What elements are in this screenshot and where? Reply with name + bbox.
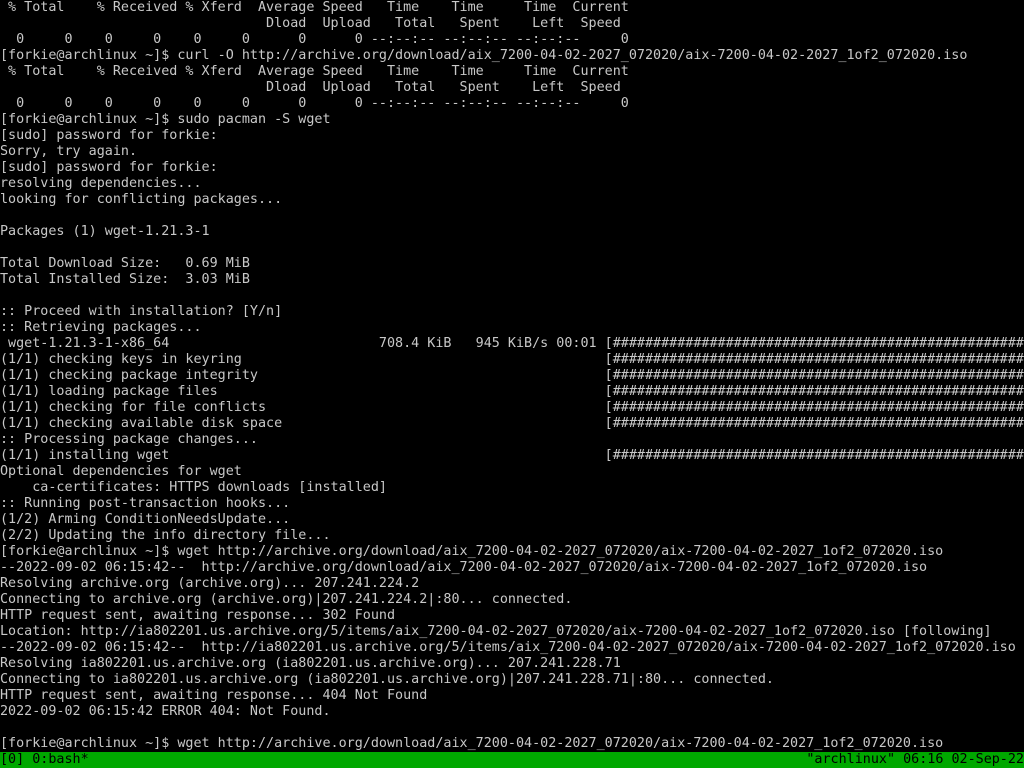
terminal-line: 2022-09-02 06:15:42 ERROR 404: Not Found… xyxy=(0,704,331,719)
terminal-line: Sorry, try again. xyxy=(0,144,138,159)
terminal-line: ca-certificates: HTTPS downloads [instal… xyxy=(0,480,387,495)
terminal-line: --2022-09-02 06:15:42-- http://archive.o… xyxy=(0,560,928,575)
terminal-line: (1/1) checking available disk space [###… xyxy=(0,416,1024,431)
terminal-line: wget-1.21.3-1-x86_64 708.4 KiB 945 KiB/s… xyxy=(0,336,1024,351)
terminal-line: [sudo] password for forkie: xyxy=(0,128,218,143)
terminal-line: (1/1) checking for file conflicts [#####… xyxy=(0,400,1024,415)
terminal-line: Connecting to archive.org (archive.org)|… xyxy=(0,592,573,607)
terminal-line: (1/1) checking keys in keyring [########… xyxy=(0,352,1024,367)
terminal-line: Resolving archive.org (archive.org)... 2… xyxy=(0,576,420,591)
terminal-line: [forkie@archlinux ~]$ curl -O http://arc… xyxy=(0,48,968,63)
terminal-line: (1/1) checking package integrity [######… xyxy=(0,368,1024,383)
terminal-line: [forkie@archlinux ~]$ wget http://archiv… xyxy=(0,736,944,751)
terminal-line: [forkie@archlinux ~]$ wget http://archiv… xyxy=(0,544,944,559)
status-window-list[interactable]: [0] 0:bash* xyxy=(0,752,89,768)
terminal-output[interactable]: % Total % Received % Xferd Average Speed… xyxy=(0,0,1024,752)
terminal-line: --2022-09-02 06:15:42-- http://ia802201.… xyxy=(0,640,1016,655)
terminal-line: [sudo] password for forkie: xyxy=(0,160,218,175)
terminal-line: Resolving ia802201.us.archive.org (ia802… xyxy=(0,656,621,671)
terminal-line: (1/2) Arming ConditionNeedsUpdate... xyxy=(0,512,291,527)
status-host-clock: "archlinux" 06:16 02-Sep-22 xyxy=(806,752,1024,767)
terminal-line: :: Proceed with installation? [Y/n] xyxy=(0,304,283,319)
terminal-line: :: Running post-transaction hooks... xyxy=(0,496,291,511)
terminal-line: Packages (1) wget-1.21.3-1 xyxy=(0,224,210,239)
terminal-line: looking for conflicting packages... xyxy=(0,192,283,207)
terminal-line: :: Retrieving packages... xyxy=(0,320,202,335)
terminal-line: :: Processing package changes... xyxy=(0,432,258,447)
terminal-line: % Total % Received % Xferd Average Speed… xyxy=(0,64,629,79)
terminal-line: Total Installed Size: 3.03 MiB xyxy=(0,272,250,287)
terminal-line: Total Download Size: 0.69 MiB xyxy=(0,256,250,271)
terminal-line: (2/2) Updating the info directory file..… xyxy=(0,528,331,543)
terminal-line: Dload Upload Total Spent Left Speed xyxy=(0,16,621,31)
terminal-line: 0 0 0 0 0 0 0 0 --:--:-- --:--:-- --:--:… xyxy=(0,32,629,47)
terminal-line: Location: http://ia802201.us.archive.org… xyxy=(0,624,992,639)
terminal-line: Dload Upload Total Spent Left Speed xyxy=(0,80,621,95)
terminal-line: resolving dependencies... xyxy=(0,176,202,191)
terminal-line: (1/1) loading package files [###########… xyxy=(0,384,1024,399)
terminal-line: % Total % Received % Xferd Average Speed… xyxy=(0,0,629,15)
terminal-line: (1/1) installing wget [#################… xyxy=(0,448,1024,463)
terminal-line: 0 0 0 0 0 0 0 0 --:--:-- --:--:-- --:--:… xyxy=(0,96,629,111)
terminal-line: Optional dependencies for wget xyxy=(0,464,242,479)
terminal-line: HTTP request sent, awaiting response... … xyxy=(0,608,396,623)
terminal-line: HTTP request sent, awaiting response... … xyxy=(0,688,428,703)
terminal-line: Connecting to ia802201.us.archive.org (i… xyxy=(0,672,774,687)
tmux-status-bar: [0] 0:bash* "archlinux" 06:16 02-Sep-22 xyxy=(0,752,1024,768)
terminal-line: [forkie@archlinux ~]$ sudo pacman -S wge… xyxy=(0,112,331,127)
